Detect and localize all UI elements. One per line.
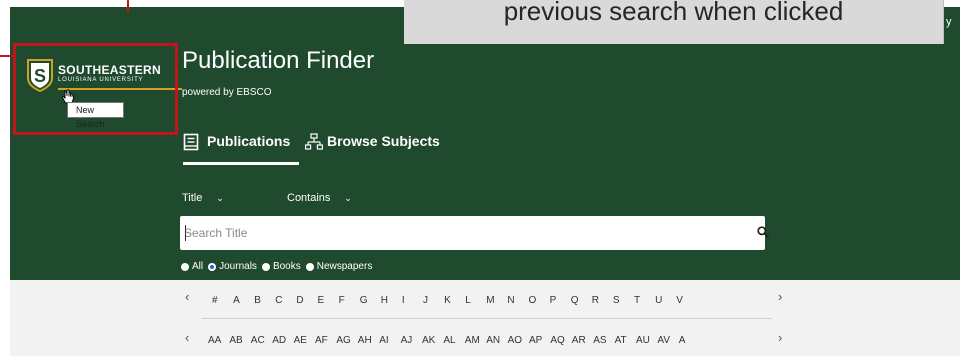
alphabet-letter-link[interactable]: J	[423, 295, 428, 306]
alphabet-letter-link[interactable]: #	[212, 295, 218, 306]
alphabet-letter-link[interactable]: U	[655, 295, 662, 306]
book-icon	[183, 133, 199, 151]
alphabet-letter-link[interactable]: P	[550, 295, 557, 306]
alphabet-double-letter-link[interactable]: AR	[572, 335, 586, 346]
alphabet-double-letter-link[interactable]: AA	[208, 335, 221, 346]
annotation-highlight-box	[13, 43, 178, 135]
alphabet-letter-link[interactable]: A	[233, 295, 240, 306]
radio-journals[interactable]: Journals	[208, 261, 257, 272]
alphabet-double-letter-link[interactable]: AG	[336, 335, 350, 346]
alphabet-double-letter-link[interactable]: A	[679, 335, 686, 346]
operator-select[interactable]: Contains ⌄	[287, 192, 352, 204]
alphabet-letter-link[interactable]: F	[339, 295, 345, 306]
alphabet-double-letter-link[interactable]: AQ	[550, 335, 564, 346]
alphabet-letter-link[interactable]: E	[318, 295, 325, 306]
alphabet-double-letter-link[interactable]: AT	[615, 335, 627, 346]
field-select[interactable]: Title ⌄	[182, 192, 224, 204]
alphabet-letter-link[interactable]: G	[360, 295, 368, 306]
alphabet-letter-link[interactable]: S	[613, 295, 620, 306]
alphabet-double-letter-link[interactable]: AN	[486, 335, 500, 346]
alphabet-letter-link[interactable]: L	[465, 295, 471, 306]
radio-label: Newspapers	[316, 261, 373, 272]
alphabet-double-letter-link[interactable]: AI	[379, 335, 388, 346]
annotation-line-vertical	[127, 0, 129, 13]
alphabet-double-letter-link[interactable]: AS	[593, 335, 606, 346]
alphabet-double-letter-link[interactable]: AM	[465, 335, 480, 346]
alphabet-double-letter-link[interactable]: AP	[529, 335, 542, 346]
field-select-value: Title	[182, 192, 203, 204]
alphabet-double-letter-link[interactable]: AE	[294, 335, 307, 346]
chevron-left-icon[interactable]: ‹	[185, 289, 189, 304]
alphabet-double-letter-link[interactable]: AC	[251, 335, 265, 346]
operator-select-value: Contains	[287, 192, 331, 204]
search-box	[180, 216, 765, 250]
alphabet-double-letter-link[interactable]: AD	[272, 335, 286, 346]
chevron-down-icon: ⌄	[216, 193, 224, 203]
radio-label: Books	[272, 261, 301, 272]
text-caret	[185, 225, 186, 241]
alphabet-double-letter-link[interactable]: AU	[636, 335, 650, 346]
annotation-callout-text: previous search when clicked	[503, 0, 844, 26]
radio-dot	[181, 262, 189, 271]
radio-label: Journals	[219, 261, 257, 272]
alphabet-double-letter-link[interactable]: AK	[422, 335, 435, 346]
annotation-callout: previous search when clicked	[404, 0, 944, 44]
radio-books[interactable]: Books	[261, 261, 301, 272]
alphabet-letter-link[interactable]: R	[592, 295, 599, 306]
alphabet-letter-link[interactable]: H	[381, 295, 388, 306]
alphabet-letter-link[interactable]: C	[275, 295, 282, 306]
chevron-left-icon[interactable]: ‹	[185, 330, 189, 345]
hierarchy-icon	[305, 133, 323, 150]
alphabet-letter-link[interactable]: O	[529, 295, 537, 306]
content-type-radios: All Journals Books Newspapers	[181, 261, 377, 272]
alphabet-double-letter-link[interactable]: AH	[358, 335, 372, 346]
alphabet-double-letter-link[interactable]: AV	[657, 335, 670, 346]
alphabet-letter-link[interactable]: V	[676, 295, 683, 306]
radio-dot	[305, 262, 314, 271]
alphabet-double-letter-link[interactable]: AJ	[401, 335, 413, 346]
alphabet-letter-link[interactable]: M	[486, 295, 494, 306]
alphabet-double-letter-link[interactable]: AO	[508, 335, 522, 346]
radio-all[interactable]: All	[181, 261, 203, 272]
partial-header-text: y	[946, 16, 952, 28]
alphabet-letter-link[interactable]: N	[507, 295, 514, 306]
chevron-right-icon[interactable]: ›	[778, 330, 782, 345]
annotation-line-horizontal	[0, 55, 13, 57]
radio-dot	[261, 262, 270, 271]
alphabet-letter-link[interactable]: D	[296, 295, 303, 306]
tab-publications[interactable]: Publications	[207, 133, 290, 149]
alphabet-letter-link[interactable]: Q	[571, 295, 579, 306]
alphabet-letter-link[interactable]: I	[402, 295, 405, 306]
powered-by-text: powered by EBSCO	[182, 87, 272, 98]
alphabet-row-divider	[202, 318, 772, 319]
search-icon[interactable]	[756, 225, 770, 239]
alphabet-double-letter-link[interactable]: AB	[229, 335, 242, 346]
alphabet-double-letter-link[interactable]: AL	[443, 335, 455, 346]
alphabet-letter-link[interactable]: K	[444, 295, 451, 306]
page-title: Publication Finder	[182, 47, 375, 74]
radio-newspapers[interactable]: Newspapers	[305, 261, 373, 272]
search-input[interactable]	[184, 223, 744, 243]
alphabet-letter-link[interactable]: B	[254, 295, 261, 306]
radio-label: All	[192, 261, 204, 272]
alphabet-double-letter-link[interactable]: AF	[315, 335, 328, 346]
radio-dot-selected	[208, 262, 217, 271]
alphabet-letter-link[interactable]: T	[634, 295, 640, 306]
active-tab-indicator	[183, 162, 299, 165]
chevron-right-icon[interactable]: ›	[778, 289, 782, 304]
chevron-down-icon: ⌄	[344, 193, 352, 203]
tab-browse-subjects[interactable]: Browse Subjects	[327, 133, 440, 149]
